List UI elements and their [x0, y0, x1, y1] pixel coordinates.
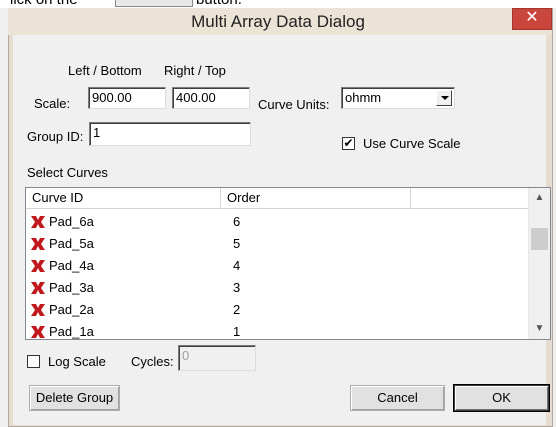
list-item[interactable]: Pad_2a 2 — [26, 299, 529, 321]
order-cell: 6 — [233, 214, 241, 229]
dialog-title: Multi Array Data Dialog — [191, 12, 365, 31]
select-curves-label: Select Curves — [27, 165, 108, 180]
scroll-thumb[interactable] — [531, 228, 548, 250]
cycles-input[interactable]: 0 — [178, 345, 256, 371]
use-curve-scale-label: Use Curve Scale — [363, 136, 461, 151]
chevron-down-icon[interactable] — [436, 90, 452, 106]
instruction-text-after: button. — [196, 0, 242, 8]
curve-units-label: Curve Units: — [258, 97, 330, 112]
red-curve-icon — [31, 282, 45, 294]
ok-button[interactable]: OK — [454, 385, 549, 411]
column-header-empty[interactable] — [411, 188, 529, 208]
red-curve-icon — [31, 260, 45, 272]
curves-list[interactable]: Curve ID Order Pad_6a 6 Pad_5a 5 Pad_4a … — [25, 187, 551, 340]
list-header: Curve ID Order — [26, 188, 529, 209]
list-item[interactable]: Pad_1a 1 — [26, 321, 529, 339]
instruction-button-snippet — [115, 0, 193, 7]
red-curve-icon — [31, 304, 45, 316]
vertical-scrollbar[interactable]: ▲ ▼ — [528, 188, 550, 339]
red-curve-icon — [31, 326, 45, 338]
close-button[interactable]: ✕ — [512, 8, 552, 30]
order-cell: 5 — [233, 236, 241, 251]
order-cell: 2 — [233, 302, 241, 317]
order-cell: 4 — [233, 258, 241, 273]
log-scale-label: Log Scale — [48, 354, 106, 369]
left-bottom-label: Left / Bottom — [68, 63, 142, 78]
scroll-up-icon[interactable]: ▲ — [529, 189, 550, 207]
close-icon: ✕ — [525, 9, 539, 26]
list-item[interactable]: Pad_3a 3 — [26, 277, 529, 299]
column-header-curve-id[interactable]: Curve ID — [26, 188, 221, 208]
red-curve-icon — [31, 238, 45, 250]
curve-id-cell: Pad_4a — [49, 258, 94, 273]
curve-id-cell: Pad_5a — [49, 236, 94, 251]
right-top-input[interactable]: 400.00 — [172, 87, 250, 109]
curve-id-cell: Pad_6a — [49, 214, 94, 229]
use-curve-scale-checkbox[interactable]: ✔ — [342, 137, 355, 150]
order-cell: 1 — [233, 324, 241, 339]
cancel-button[interactable]: Cancel — [350, 385, 445, 411]
checkmark-icon: ✔ — [343, 136, 354, 150]
log-scale-checkbox[interactable] — [27, 355, 40, 368]
list-item[interactable]: Pad_6a 6 — [26, 211, 529, 233]
curve-units-select[interactable]: ohmm — [341, 87, 455, 109]
group-id-input[interactable]: 1 — [89, 122, 251, 146]
group-id-label: Group ID: — [27, 129, 84, 144]
curve-id-cell: Pad_3a — [49, 280, 94, 295]
delete-group-button[interactable]: Delete Group — [29, 385, 120, 411]
column-header-order[interactable]: Order — [221, 188, 411, 208]
curve-id-cell: Pad_1a — [49, 324, 94, 339]
order-cell: 3 — [233, 280, 241, 295]
right-top-label: Right / Top — [164, 63, 226, 78]
scroll-down-icon[interactable]: ▼ — [529, 320, 550, 338]
curve-id-cell: Pad_2a — [49, 302, 94, 317]
cycles-label: Cycles: — [131, 354, 174, 369]
red-curve-icon — [31, 216, 45, 228]
list-item[interactable]: Pad_4a 4 — [26, 255, 529, 277]
scale-label: Scale: — [34, 96, 71, 111]
list-item[interactable]: Pad_5a 5 — [26, 233, 529, 255]
instruction-text: lick on the — [10, 0, 78, 8]
left-bottom-input[interactable]: 900.00 — [88, 87, 166, 109]
instruction-strip: lick on the button. — [0, 0, 556, 8]
curve-units-value: ohmm — [345, 90, 382, 105]
